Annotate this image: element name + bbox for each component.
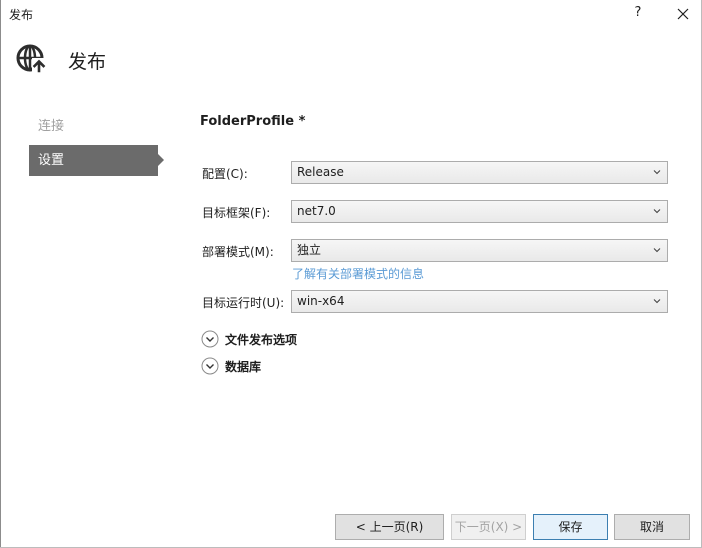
next-button[interactable]: 下一页(X) >	[451, 514, 526, 540]
target-runtime-select[interactable]: win-x64	[291, 290, 668, 313]
deployment-mode-select[interactable]: 独立	[291, 239, 668, 262]
save-button[interactable]: 保存	[533, 514, 608, 540]
chevron-down-icon	[653, 299, 661, 304]
close-icon	[677, 8, 689, 20]
deployment-mode-info-link[interactable]: 了解有关部署模式的信息	[292, 265, 424, 282]
databases-label: 数据库	[225, 360, 262, 374]
chevron-down-icon	[653, 248, 661, 253]
window-title: 发布	[9, 8, 34, 22]
expand-chevron-icon	[201, 330, 219, 348]
previous-button[interactable]: < 上一页(R)	[335, 514, 444, 540]
deployment-mode-value: 独立	[297, 243, 322, 257]
databases-expander[interactable]: 数据库	[201, 356, 291, 376]
target-framework-label: 目标框架(F):	[202, 206, 271, 220]
target-framework-select[interactable]: net7.0	[291, 200, 668, 223]
sidebar-nav: 连接 设置	[29, 111, 165, 176]
chevron-down-icon	[653, 170, 661, 175]
configuration-select[interactable]: Release	[291, 161, 668, 184]
target-runtime-value: win-x64	[297, 294, 345, 308]
target-framework-value: net7.0	[297, 204, 336, 218]
page-title: 发布	[68, 51, 107, 73]
file-publish-options-label: 文件发布选项	[225, 333, 298, 347]
configuration-label: 配置(C):	[202, 167, 248, 181]
configuration-value: Release	[297, 165, 344, 179]
chevron-down-icon	[653, 209, 661, 214]
help-button[interactable]: ?	[628, 3, 648, 23]
sidebar-item-connection[interactable]: 连接	[29, 111, 158, 142]
file-publish-options-expander[interactable]: 文件发布选项	[201, 329, 321, 349]
expand-chevron-icon	[201, 357, 219, 375]
target-runtime-label: 目标运行时(U):	[202, 296, 285, 310]
cancel-button[interactable]: 取消	[614, 514, 690, 540]
close-button[interactable]	[672, 3, 694, 25]
window-left-border	[0, 0, 1, 548]
sidebar-item-settings[interactable]: 设置	[29, 145, 164, 176]
deployment-mode-label: 部署模式(M):	[202, 245, 274, 259]
publish-globe-icon	[15, 43, 49, 75]
profile-title: FolderProfile *	[200, 114, 306, 129]
